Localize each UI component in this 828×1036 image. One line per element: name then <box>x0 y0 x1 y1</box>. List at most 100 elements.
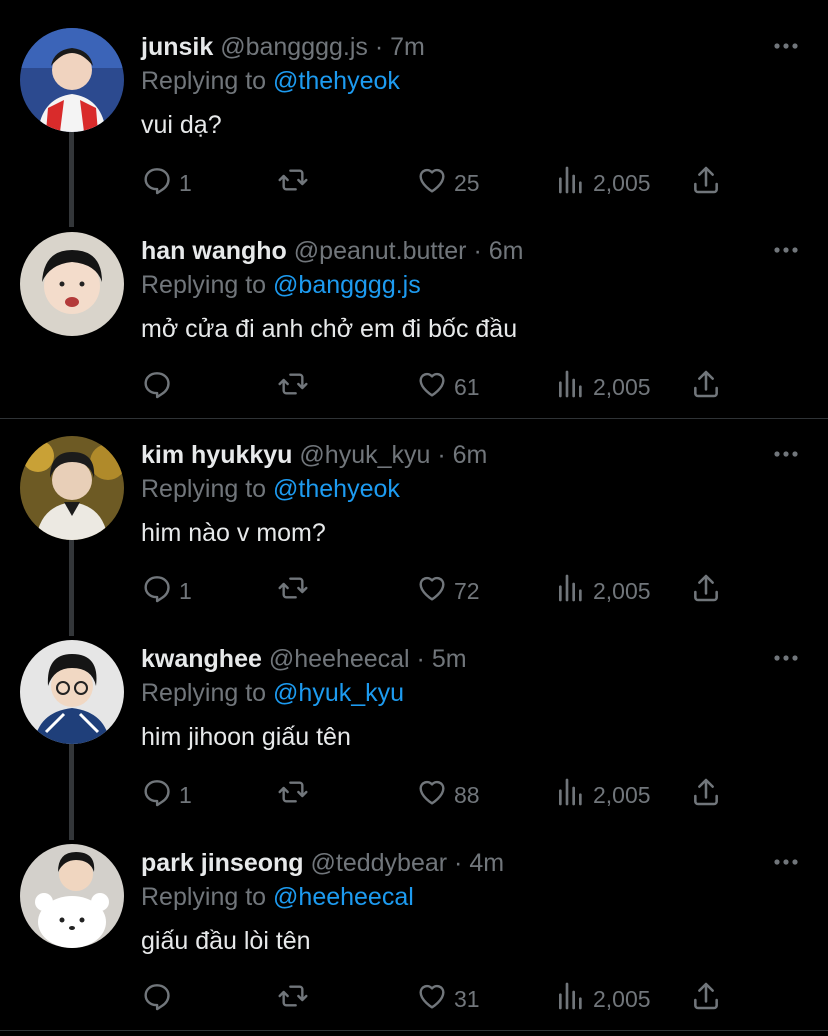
tweet[interactable]: han wangho @peanut.butter · 6m Replying … <box>0 232 828 418</box>
display-name[interactable]: kim hyukkyu <box>141 441 292 469</box>
tweet-actions: 61 2,005 <box>141 367 741 407</box>
display-name[interactable]: park jinseong <box>141 849 304 877</box>
avatar[interactable] <box>20 436 124 540</box>
like-button[interactable]: 88 <box>416 775 480 815</box>
timestamp[interactable]: 7m <box>390 33 425 61</box>
views-icon <box>555 368 587 406</box>
replying-to-label: Replying to <box>141 679 267 707</box>
share-button[interactable] <box>690 775 722 815</box>
tweet[interactable]: kwanghee @heeheecal · 5m Replying to @hy… <box>0 640 828 830</box>
like-count: 25 <box>454 169 480 196</box>
like-button[interactable]: 25 <box>416 163 480 203</box>
display-name[interactable]: junsik <box>141 33 213 61</box>
heart-icon <box>416 164 448 202</box>
reply-button[interactable]: 1 <box>141 163 192 203</box>
avatar[interactable] <box>20 844 124 948</box>
retweet-button[interactable] <box>277 367 309 407</box>
display-name[interactable]: kwanghee <box>141 645 262 673</box>
timestamp[interactable]: 5m <box>432 645 467 673</box>
tweet-header: park jinseong @teddybear · 4m <box>141 847 758 879</box>
tweet-header: junsik @bangggg.js · 7m <box>141 31 758 63</box>
username[interactable]: @teddybear <box>311 849 448 877</box>
mention-link[interactable]: @thehyeok <box>273 67 400 95</box>
reply-button[interactable] <box>141 367 179 407</box>
share-icon <box>690 572 722 610</box>
views-icon <box>555 776 587 814</box>
more-horizontal-icon[interactable] <box>772 444 800 464</box>
tweet-text: giấu đầu lòi tên <box>141 927 311 955</box>
username[interactable]: @peanut.butter <box>294 237 467 265</box>
heart-icon <box>416 368 448 406</box>
avatar[interactable] <box>20 28 124 132</box>
replying-to: Replying to @thehyeok <box>141 65 400 97</box>
reply-button[interactable]: 1 <box>141 775 192 815</box>
mention-link[interactable]: @bangggg.js <box>273 271 421 299</box>
reply-icon <box>141 980 173 1018</box>
like-button[interactable]: 72 <box>416 571 480 611</box>
tweet-text: him jihoon giấu tên <box>141 723 351 751</box>
replying-to-label: Replying to <box>141 475 267 503</box>
avatar[interactable] <box>20 232 124 336</box>
more-horizontal-icon[interactable] <box>772 852 800 872</box>
tweet-text: him nào v mom? <box>141 519 326 547</box>
more-horizontal-icon[interactable] <box>772 648 800 668</box>
views-icon <box>555 572 587 610</box>
replying-to-label: Replying to <box>141 883 267 911</box>
retweet-button[interactable] <box>277 571 309 611</box>
view-count: 2,005 <box>593 985 651 1012</box>
separator-dot: · <box>374 33 384 61</box>
like-button[interactable]: 61 <box>416 367 480 407</box>
tweet[interactable]: park jinseong @teddybear · 4m Replying t… <box>0 844 828 1030</box>
share-button[interactable] <box>690 367 722 407</box>
username[interactable]: @heeheecal <box>269 645 410 673</box>
retweet-button[interactable] <box>277 775 309 815</box>
timestamp[interactable]: 4m <box>469 849 504 877</box>
retweet-icon <box>277 776 309 814</box>
tweet-actions: 1 88 2,005 <box>141 775 741 815</box>
more-horizontal-icon[interactable] <box>772 36 800 56</box>
replying-to: Replying to @bangggg.js <box>141 269 421 301</box>
separator-dot: · <box>473 237 482 265</box>
reply-button[interactable]: 1 <box>141 571 192 611</box>
username[interactable]: @hyuk_kyu <box>299 441 430 469</box>
conversation-divider <box>0 418 828 419</box>
more-horizontal-icon[interactable] <box>772 240 800 260</box>
views-button[interactable]: 2,005 <box>555 979 651 1019</box>
tweet-actions: 1 25 2,005 <box>141 163 741 203</box>
like-count: 31 <box>454 985 480 1012</box>
retweet-button[interactable] <box>277 163 309 203</box>
separator-dot: · <box>437 441 446 469</box>
display-name[interactable]: han wangho <box>141 237 287 265</box>
heart-icon <box>416 980 448 1018</box>
replying-to: Replying to @hyuk_kyu <box>141 677 404 709</box>
retweet-button[interactable] <box>277 979 309 1019</box>
reply-count: 1 <box>179 169 192 196</box>
timestamp[interactable]: 6m <box>453 441 488 469</box>
share-icon <box>690 776 722 814</box>
share-button[interactable] <box>690 979 722 1019</box>
mention-link[interactable]: @hyuk_kyu <box>273 679 404 707</box>
tweet-actions: 31 2,005 <box>141 979 741 1019</box>
views-button[interactable]: 2,005 <box>555 367 651 407</box>
replying-to: Replying to @thehyeok <box>141 473 400 505</box>
retweet-icon <box>277 368 309 406</box>
mention-link[interactable]: @heeheecal <box>273 883 414 911</box>
username[interactable]: @bangggg.js <box>220 33 368 61</box>
reply-icon <box>141 368 173 406</box>
heart-icon <box>416 572 448 610</box>
like-button[interactable]: 31 <box>416 979 480 1019</box>
reply-button[interactable] <box>141 979 179 1019</box>
views-button[interactable]: 2,005 <box>555 775 651 815</box>
retweet-icon <box>277 980 309 1018</box>
tweet[interactable]: junsik @bangggg.js · 7m Replying to @the… <box>0 28 828 218</box>
share-button[interactable] <box>690 571 722 611</box>
views-button[interactable]: 2,005 <box>555 571 651 611</box>
like-count: 72 <box>454 577 480 604</box>
share-button[interactable] <box>690 163 722 203</box>
tweet[interactable]: kim hyukkyu @hyuk_kyu · 6m Replying to @… <box>0 436 828 626</box>
avatar[interactable] <box>20 640 124 744</box>
views-button[interactable]: 2,005 <box>555 163 651 203</box>
share-icon <box>690 368 722 406</box>
mention-link[interactable]: @thehyeok <box>273 475 400 503</box>
timestamp[interactable]: 6m <box>489 237 524 265</box>
